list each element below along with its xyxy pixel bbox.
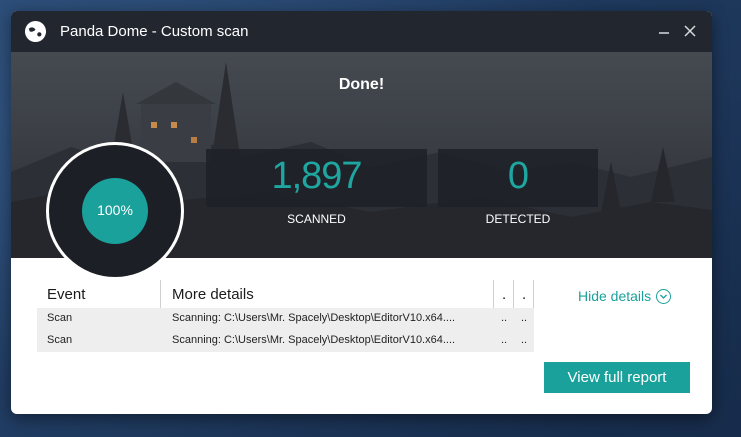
events-table: Event More details . . Scan Scanning: C:… (37, 280, 534, 352)
cell-col3: .. (501, 334, 508, 346)
detected-count: 0 (507, 155, 529, 197)
panda-logo-icon (24, 20, 47, 43)
hide-details-link[interactable]: Hide details (578, 288, 672, 304)
column-header-4[interactable]: . (522, 286, 526, 303)
cell-event: Scan (47, 334, 73, 346)
cell-col3: .. (501, 312, 508, 324)
close-button[interactable] (679, 20, 701, 42)
window-title: Panda Dome - Custom scan (60, 23, 249, 40)
scanned-count: 1,897 (271, 155, 362, 197)
scan-status-text: Done! (338, 76, 385, 93)
scanned-stat-box: 1,897 (206, 149, 427, 207)
scanned-label: SCANNED (287, 212, 346, 226)
progress-indicator: 100% (82, 178, 148, 244)
scan-window: Panda Dome - Custom scan Done! 1,897 SCA… (11, 11, 712, 414)
progress-percent: 100% (97, 202, 133, 218)
minimize-icon (659, 32, 669, 34)
detected-stat-box: 0 (438, 149, 598, 207)
column-header-details[interactable]: More details (172, 286, 254, 303)
minimize-button[interactable] (653, 20, 675, 42)
table-header: Event More details . . (37, 280, 534, 308)
column-header-3[interactable]: . (502, 286, 506, 303)
column-header-event[interactable]: Event (47, 286, 85, 303)
table-row[interactable]: Scan Scanning: C:\Users\Mr. Spacely\Desk… (37, 308, 534, 330)
cell-details: Scanning: C:\Users\Mr. Spacely\Desktop\E… (172, 312, 456, 324)
cell-event: Scan (47, 312, 73, 324)
detected-label: DETECTED (485, 212, 551, 226)
view-full-report-button[interactable]: View full report (544, 362, 690, 393)
hide-details-label: Hide details (578, 288, 652, 304)
cell-col4: .. (521, 334, 528, 346)
cell-details: Scanning: C:\Users\Mr. Spacely\Desktop\E… (172, 334, 456, 346)
cell-col4: .. (521, 312, 528, 324)
progress-ring: 100% (46, 142, 184, 280)
title-bar[interactable]: Panda Dome - Custom scan (11, 11, 712, 52)
table-row[interactable]: Scan Scanning: C:\Users\Mr. Spacely\Desk… (37, 330, 534, 352)
chevron-down-icon (656, 289, 672, 304)
close-icon (684, 25, 696, 37)
